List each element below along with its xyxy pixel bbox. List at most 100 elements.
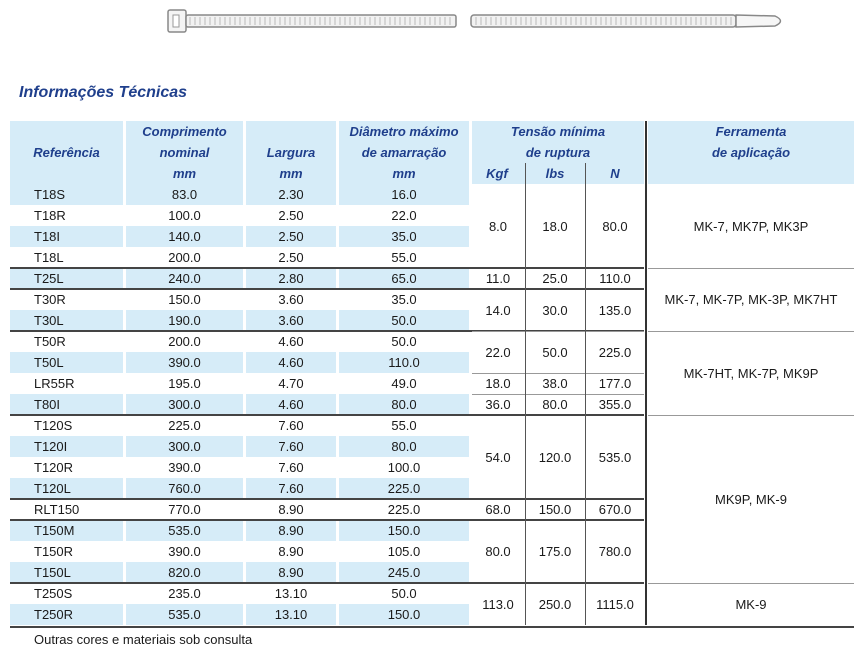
- cell-referencia: RLT150: [34, 502, 80, 517]
- cell-diametro: 50.0: [391, 586, 417, 601]
- cell-comprimento: 200.0: [168, 334, 201, 349]
- cell-referencia: T50L: [34, 355, 64, 370]
- header-largura-label: Largura: [266, 145, 316, 160]
- cell-n: 780.0: [598, 544, 632, 559]
- cell-comprimento: 770.0: [168, 502, 201, 517]
- cell-kgf: 80.0: [485, 544, 511, 559]
- cell-diametro: 225.0: [387, 502, 421, 517]
- cell-diametro: 150.0: [387, 607, 421, 622]
- cell-n: 135.0: [598, 302, 632, 318]
- cell-diametro: 150.0: [387, 523, 421, 538]
- header-comprimento-line1: Comprimento: [142, 124, 227, 139]
- cell-largura: 2.50: [278, 208, 304, 223]
- header-ferramenta-line2: de aplicação: [711, 145, 791, 160]
- cell-kgf: 113.0: [482, 596, 514, 612]
- cell-diametro: 16.0: [391, 187, 417, 202]
- cell-largura: 2.80: [278, 271, 304, 286]
- cell-kgf: 22.0: [485, 344, 511, 360]
- cell-kgf: 18.0: [485, 376, 511, 391]
- cell-referencia: T80I: [34, 397, 61, 412]
- cell-comprimento: 535.0: [168, 607, 201, 622]
- cell-comprimento: 100.0: [168, 208, 201, 223]
- cell-referencia: T30L: [34, 313, 64, 328]
- cell-diametro: 105.0: [387, 544, 421, 559]
- cell-referencia: T150M: [34, 523, 75, 538]
- cell-largura: 2.50: [278, 229, 304, 244]
- cell-largura: 7.60: [278, 418, 304, 433]
- cell-referencia: T120S: [34, 418, 73, 433]
- cell-diametro: 110.0: [388, 355, 420, 370]
- cell-diametro: 65.0: [391, 271, 417, 286]
- cell-referencia: T30R: [34, 292, 66, 307]
- cell-largura: 7.60: [278, 460, 304, 475]
- cell-diametro: 35.0: [391, 229, 417, 244]
- cell-diametro: 225.0: [387, 481, 421, 496]
- header-unit-n: N: [610, 166, 620, 181]
- tension-right-border: [645, 121, 647, 625]
- cell-comprimento: 140.0: [168, 229, 201, 244]
- header-diametro-unit: mm: [392, 166, 416, 181]
- cell-diametro: 100.0: [387, 460, 421, 475]
- cell-lbs: 175.0: [538, 544, 572, 559]
- cell-lbs: 50.0: [542, 344, 568, 360]
- cell-referencia: LR55R: [34, 376, 75, 391]
- cell-lbs: 150.0: [538, 502, 572, 517]
- cell-n: 355.0: [598, 397, 632, 412]
- cell-largura: 3.60: [278, 292, 304, 307]
- header-diametro-line1: Diâmetro máximo: [349, 124, 459, 139]
- group-divider: [10, 288, 644, 290]
- cell-referencia: T150R: [34, 544, 74, 559]
- header-largura: Largura mm: [246, 121, 336, 184]
- cell-comprimento: 195.0: [168, 376, 201, 391]
- cell-referencia: T250S: [34, 586, 73, 601]
- cell-referencia: T50R: [34, 334, 66, 349]
- header-comprimento-line2: nominal: [159, 145, 210, 160]
- cell-lbs: 38.0: [542, 376, 568, 391]
- header-unit-lbs: lbs: [545, 166, 565, 181]
- cell-lbs: 120.0: [538, 449, 572, 465]
- cell-kgf: 14.0: [485, 302, 511, 318]
- cell-comprimento: 190.0: [168, 313, 201, 328]
- cell-referencia: T18S: [34, 187, 66, 202]
- section-title: Informações Técnicas: [19, 84, 188, 101]
- cell-comprimento: 200.0: [168, 250, 201, 265]
- group-divider: [10, 414, 644, 416]
- cell-referencia: T18R: [34, 208, 66, 223]
- table-bottom-line: [10, 626, 854, 628]
- cable-tie-illustration: [167, 9, 782, 33]
- cell-lbs: 18.0: [542, 218, 568, 234]
- cell-referencia: T25L: [34, 271, 64, 286]
- cell-largura: 4.60: [278, 355, 304, 370]
- tension-col-divider: [525, 163, 526, 625]
- header-largura-unit: mm: [279, 166, 303, 181]
- tool-divider: [648, 415, 854, 416]
- cell-referencia: T120R: [34, 460, 74, 475]
- tool-divider: [648, 331, 854, 332]
- cell-largura: 2.30: [278, 187, 304, 202]
- cell-referencia: T250R: [34, 607, 74, 622]
- cell-ferramenta: MK-9: [735, 596, 767, 612]
- cable-tie-right-icon: [470, 14, 782, 28]
- cell-comprimento: 235.0: [168, 586, 201, 601]
- group-divider: [10, 582, 644, 584]
- header-ferramenta: Ferramenta de aplicação: [648, 121, 854, 184]
- cell-comprimento: 225.0: [168, 418, 201, 433]
- cell-largura: 8.90: [278, 523, 304, 538]
- cell-kgf: 36.0: [485, 397, 511, 412]
- cell-diametro: 35.0: [391, 292, 417, 307]
- tension-divider: [472, 331, 644, 332]
- cell-lbs: 250.0: [538, 596, 572, 612]
- header-comprimento-unit: mm: [172, 166, 197, 181]
- cell-comprimento: 240.0: [168, 271, 201, 286]
- cell-lbs: 30.0: [542, 302, 568, 318]
- header-unit-kgf: Kgf: [486, 166, 508, 181]
- cell-diametro: 49.0: [391, 376, 417, 391]
- cell-n: 670.0: [598, 502, 632, 517]
- cell-kgf: 54.0: [485, 449, 511, 465]
- cell-comprimento: 300.0: [168, 397, 201, 412]
- cell-largura: 4.60: [278, 334, 304, 349]
- cell-largura: 4.60: [278, 397, 304, 412]
- header-ferramenta-line1: Ferramenta: [715, 124, 787, 139]
- cell-largura: 8.90: [278, 565, 304, 580]
- cell-kgf: 68.0: [485, 502, 511, 517]
